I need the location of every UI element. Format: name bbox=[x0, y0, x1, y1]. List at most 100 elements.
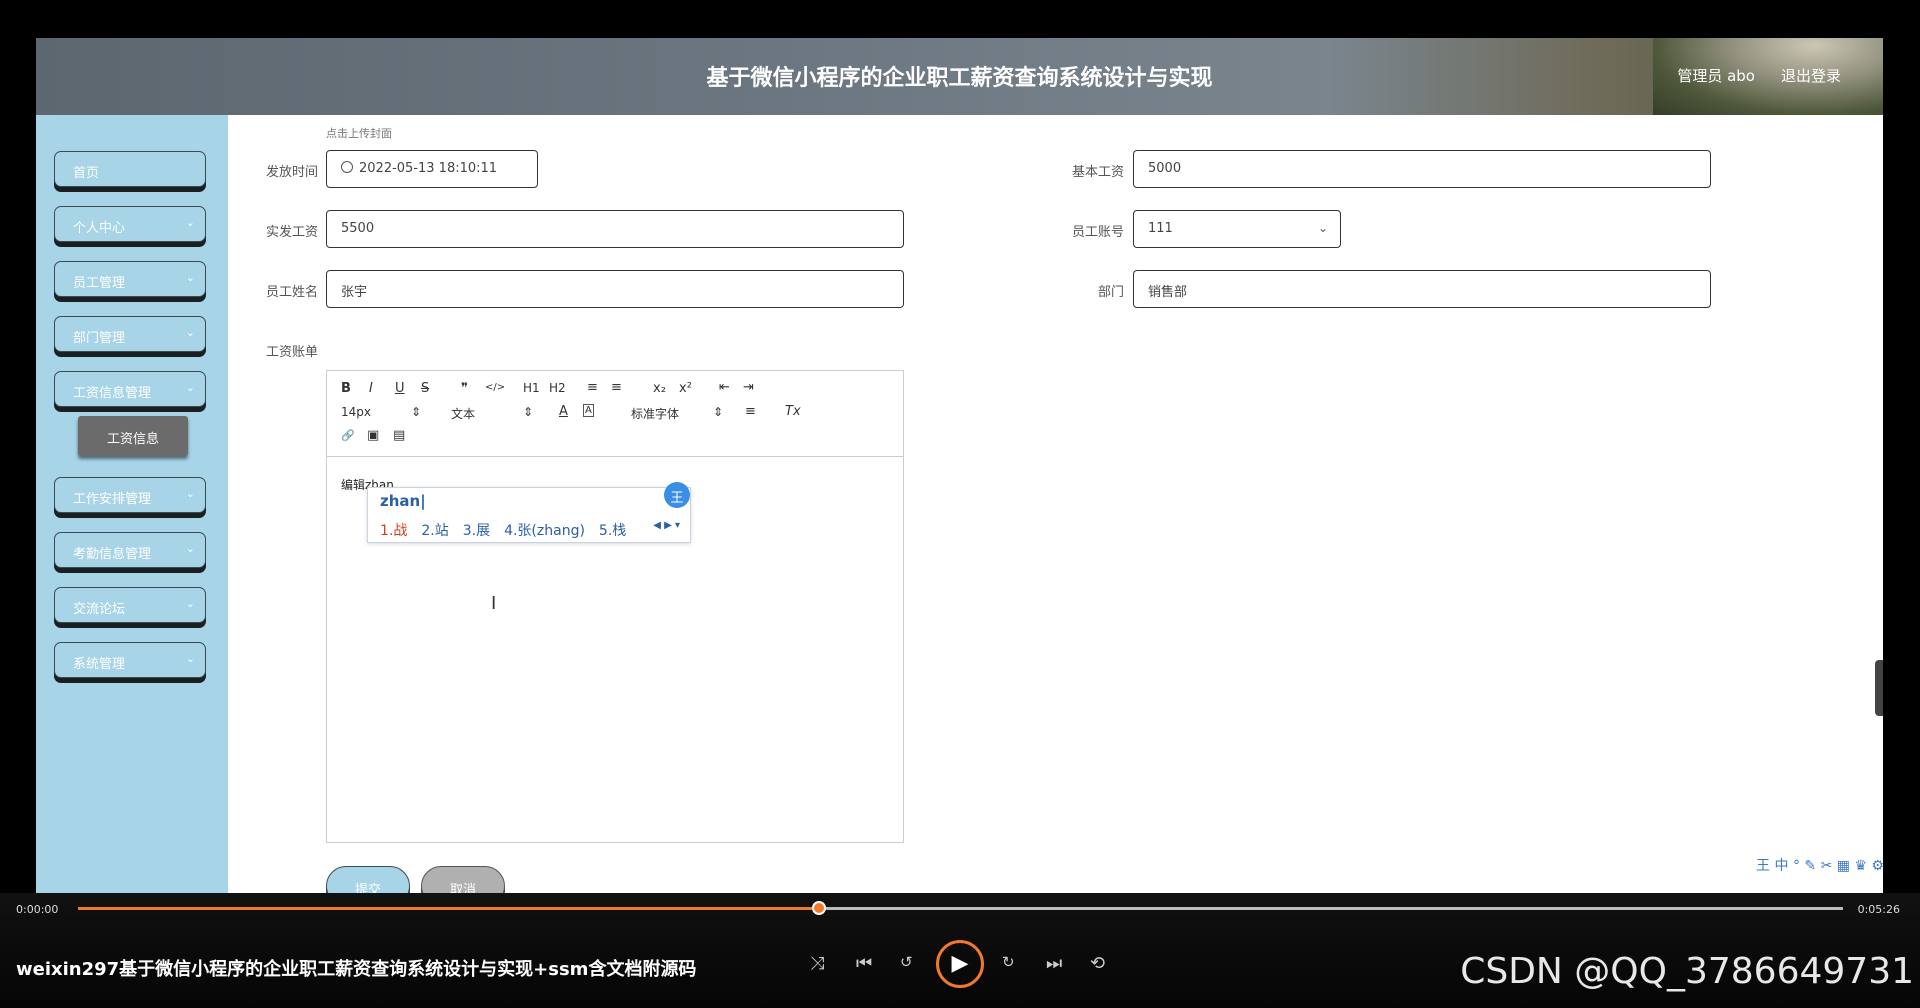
select-arrows-icon: ⇕ bbox=[713, 405, 724, 419]
heading1-icon[interactable]: H1 bbox=[523, 381, 540, 395]
rich-text-editor[interactable]: B I U S ❞ </> H1 H2 ≡ ≡ x₂ x² ⇤ ⇥ 14px ⇕ … bbox=[326, 370, 904, 843]
employee-name-label: 员工姓名 bbox=[265, 285, 318, 300]
pay-time-label: 发放时间 bbox=[265, 165, 318, 180]
sidebar-item-label: 考勤信息管理 bbox=[73, 547, 152, 562]
bold-icon[interactable]: B bbox=[341, 381, 351, 396]
text-type-select[interactable]: 文本 ⇕ bbox=[451, 405, 533, 422]
italic-icon[interactable]: I bbox=[369, 381, 373, 396]
watermark: CSDN @QQ_3786649731 bbox=[1460, 951, 1914, 992]
chevron-down-icon: ⌄ bbox=[185, 216, 195, 229]
sidebar-item-label: 部门管理 bbox=[73, 331, 126, 346]
ime-candidates: 1.战 2.站 3.展 4.张(zhang) 5.栈 bbox=[380, 520, 640, 540]
video-icon[interactable]: ▤ bbox=[393, 428, 405, 443]
sidebar-item-employee-management[interactable]: 员工管理 ⌄ bbox=[54, 261, 206, 297]
ime-candidate-window: zhan| 王 1.战 2.站 3.展 4.张(zhang) 5.栈 ◀ ▶ ▾ bbox=[367, 482, 691, 543]
strike-icon[interactable]: S bbox=[421, 381, 429, 396]
sidebar-item-system[interactable]: 系统管理 ⌄ bbox=[54, 642, 206, 678]
app-window: 基于微信小程序的企业职工薪资查询系统设计与实现 管理员 abo 退出登录 首页 … bbox=[36, 38, 1883, 938]
sidebar-item-attendance[interactable]: 考勤信息管理 ⌄ bbox=[54, 532, 206, 568]
employee-account-select[interactable]: 111 ⌄ bbox=[1133, 210, 1341, 248]
clock-icon bbox=[341, 161, 353, 173]
current-time: 0:00:00 bbox=[16, 903, 59, 916]
rewind-icon[interactable]: ↺ bbox=[900, 953, 913, 971]
logout-link[interactable]: 退出登录 bbox=[1781, 65, 1841, 86]
heading2-icon[interactable]: H2 bbox=[549, 381, 566, 395]
font-size-select[interactable]: 14px ⇕ bbox=[341, 405, 421, 419]
sidebar-item-label: 交流论坛 bbox=[73, 602, 126, 617]
main-content: 点击上传封面 发放时间 2022-05-13 18:10:11 基本工资 500… bbox=[228, 115, 1883, 938]
chevron-down-icon: ⌄ bbox=[185, 381, 195, 394]
actual-salary-label: 实发工资 bbox=[265, 225, 318, 240]
video-title: weixin297基于微信小程序的企业职工薪资查询系统设计与实现+ssm含文档附… bbox=[16, 959, 697, 980]
ime-candidate[interactable]: 2.站 bbox=[421, 523, 448, 539]
select-arrows-icon: ⇕ bbox=[411, 405, 422, 419]
base-salary-input[interactable]: 5000 bbox=[1133, 150, 1711, 188]
code-icon[interactable]: </> bbox=[485, 382, 505, 393]
department-label: 部门 bbox=[1097, 285, 1124, 300]
superscript-icon[interactable]: x² bbox=[679, 381, 692, 396]
ime-candidate[interactable]: 3.展 bbox=[463, 523, 490, 539]
shuffle-icon[interactable]: ⤨ bbox=[810, 953, 824, 974]
text-cursor-icon: I bbox=[491, 593, 497, 614]
next-icon[interactable]: ⏭ bbox=[1046, 953, 1062, 974]
bullet-list-icon[interactable]: ≡ bbox=[611, 380, 622, 395]
select-arrows-icon: ⇕ bbox=[523, 405, 534, 419]
sidebar-item-work-schedule[interactable]: 工作安排管理 ⌄ bbox=[54, 477, 206, 513]
chevron-down-icon: ⌄ bbox=[185, 487, 195, 500]
app-title: 基于微信小程序的企业职工薪资查询系统设计与实现 bbox=[706, 66, 1213, 91]
progress-knob[interactable] bbox=[812, 901, 827, 915]
font-family-select[interactable]: 标准字体 ⇕ bbox=[631, 405, 723, 422]
underline-icon[interactable]: U bbox=[395, 381, 405, 396]
ordered-list-icon[interactable]: ≡ bbox=[587, 380, 598, 395]
ime-candidate[interactable]: 4.张(zhang) bbox=[504, 523, 585, 539]
sidebar-subitem-salary-info[interactable]: 工资信息 bbox=[78, 416, 188, 456]
sidebar-item-personal-center[interactable]: 个人中心 ⌄ bbox=[54, 206, 206, 242]
clear-format-icon[interactable]: Tx bbox=[785, 404, 801, 419]
sidebar-item-department-management[interactable]: 部门管理 ⌄ bbox=[54, 316, 206, 352]
ime-page-arrows-icon[interactable]: ◀ ▶ ▾ bbox=[653, 520, 680, 531]
play-icon[interactable]: ▶ bbox=[936, 940, 984, 988]
previous-icon[interactable]: ⏮ bbox=[856, 953, 872, 974]
sidebar: 首页 个人中心 ⌄ 员工管理 ⌄ 部门管理 ⌄ 工资信息管理 ⌄ 工资信息 工作安排管理… bbox=[36, 115, 228, 938]
pay-time-input[interactable]: 2022-05-13 18:10:11 bbox=[326, 150, 538, 188]
outdent-icon[interactable]: ⇤ bbox=[719, 380, 730, 395]
sidebar-item-label: 员工管理 bbox=[73, 276, 126, 291]
chevron-down-icon: ⌄ bbox=[185, 271, 195, 284]
ime-candidate[interactable]: 5.栈 bbox=[599, 523, 626, 539]
align-icon[interactable]: ≡ bbox=[745, 404, 756, 419]
actual-salary-input[interactable]: 5500 bbox=[326, 210, 904, 248]
font-color-icon[interactable]: A bbox=[559, 404, 568, 419]
sidebar-item-label: 系统管理 bbox=[73, 657, 126, 672]
forward-icon[interactable]: ↻ bbox=[1002, 953, 1015, 971]
sidebar-item-label: 个人中心 bbox=[73, 221, 126, 236]
subscript-icon[interactable]: x₂ bbox=[653, 381, 666, 396]
header: 基于微信小程序的企业职工薪资查询系统设计与实现 管理员 abo 退出登录 bbox=[36, 38, 1883, 115]
ime-composition: zhan| bbox=[380, 492, 426, 510]
ime-status-icons: 王 中 ° ✎ ✂ ▦ ♛ ⚙ bbox=[1756, 858, 1884, 874]
department-input[interactable]: 销售部 bbox=[1133, 270, 1711, 308]
blockquote-icon[interactable]: ❞ bbox=[461, 381, 468, 396]
sidebar-item-forum[interactable]: 交流论坛 ⌄ bbox=[54, 587, 206, 623]
chevron-down-icon: ⌄ bbox=[185, 326, 195, 339]
base-salary-label: 基本工资 bbox=[1071, 165, 1124, 180]
background-color-icon[interactable]: A bbox=[583, 404, 594, 417]
ime-candidate[interactable]: 1.战 bbox=[380, 523, 407, 539]
admin-label: 管理员 abo bbox=[1677, 67, 1755, 85]
progress-bar[interactable] bbox=[78, 901, 1843, 915]
loop-icon[interactable]: ⟲ bbox=[1090, 953, 1105, 974]
cover-upload-hint[interactable]: 点击上传封面 bbox=[326, 125, 392, 141]
indent-icon[interactable]: ⇥ bbox=[743, 380, 754, 395]
scroll-handle[interactable] bbox=[1875, 660, 1883, 716]
total-time: 0:05:26 bbox=[1857, 903, 1900, 916]
video-player-bar: 王 中 ° ✎ ✂ ▦ ♛ ⚙ 0:00:00 0:05:26 weixin29… bbox=[0, 858, 1920, 1008]
sidebar-item-label: 首页 bbox=[73, 166, 100, 181]
sidebar-item-salary-management[interactable]: 工资信息管理 ⌄ bbox=[54, 371, 206, 407]
employee-account-label: 员工账号 bbox=[1071, 225, 1124, 240]
ime-logo-icon: 王 bbox=[664, 482, 690, 508]
employee-name-input[interactable]: 张宇 bbox=[326, 270, 904, 308]
sidebar-item-home[interactable]: 首页 bbox=[54, 151, 206, 187]
chevron-down-icon: ⌄ bbox=[185, 652, 195, 665]
image-icon[interactable]: ▣ bbox=[367, 428, 379, 443]
editor-toolbar: B I U S ❞ </> H1 H2 ≡ ≡ x₂ x² ⇤ ⇥ 14px ⇕ … bbox=[327, 371, 903, 457]
link-icon[interactable]: 🔗 bbox=[341, 429, 355, 442]
